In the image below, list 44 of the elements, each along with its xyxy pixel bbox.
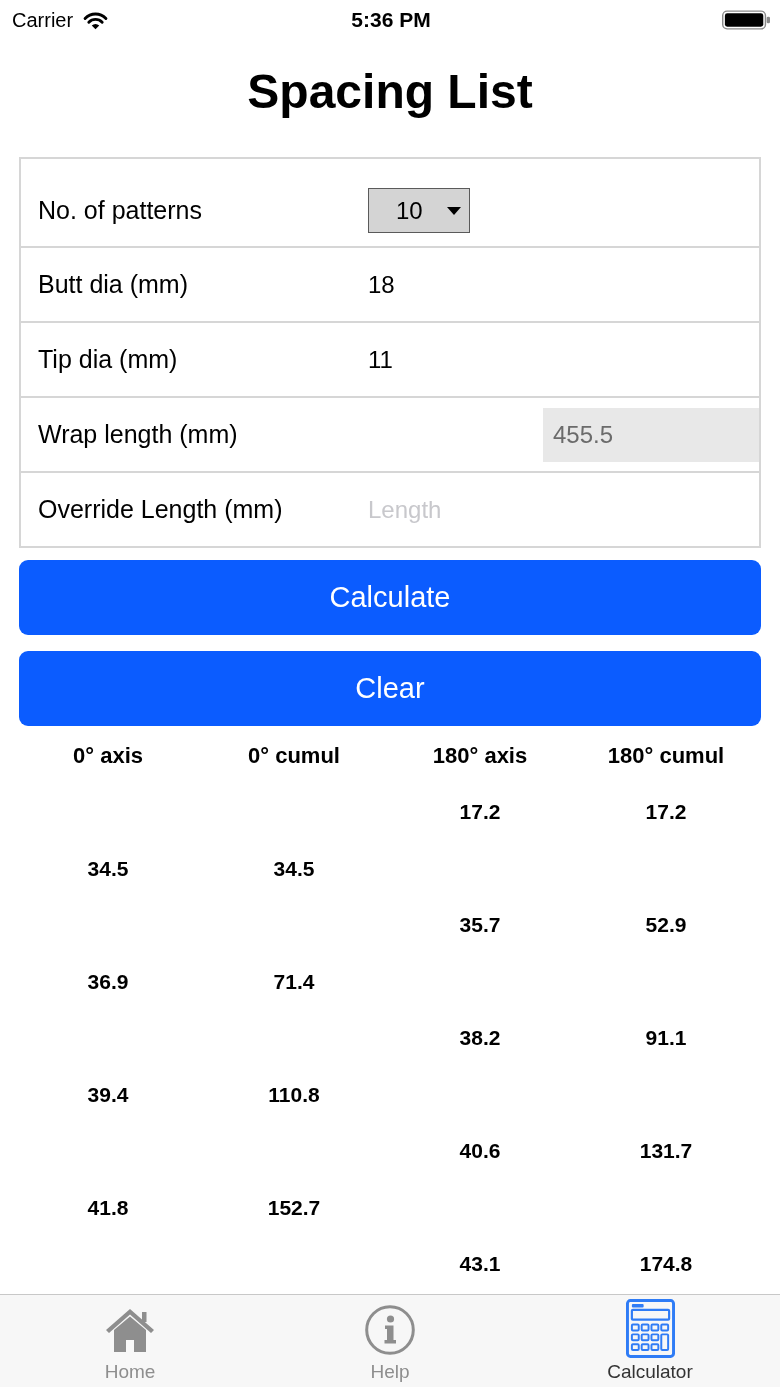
- info-icon: [365, 1305, 415, 1355]
- input-field[interactable]: 18: [368, 262, 759, 307]
- table-cell: 34.5: [273, 856, 315, 881]
- field-label: No. of patterns: [37, 196, 203, 225]
- table-cell: 17.2: [645, 800, 687, 825]
- tab[interactable]: Home: [0, 1295, 260, 1387]
- table-cell: 91.1: [645, 1026, 687, 1051]
- table-cell: 40.6: [459, 1139, 501, 1164]
- table-cell: 152.7: [267, 1195, 321, 1220]
- field-label: Tip dia (mm): [37, 345, 179, 374]
- column-header: 180° axis: [432, 743, 528, 769]
- table-cell: 71.4: [273, 969, 315, 994]
- page-title: Spacing List: [247, 64, 533, 120]
- input-field[interactable]: 11: [368, 337, 759, 382]
- dropdown[interactable]: 10: [368, 188, 470, 233]
- caret-icon: [447, 206, 461, 215]
- action-button[interactable]: Calculate: [19, 560, 761, 635]
- status-time: 5:36 PM: [351, 8, 431, 32]
- home-icon: [105, 1308, 155, 1352]
- table-cell: 174.8: [639, 1252, 693, 1277]
- table-cell: 38.2: [459, 1026, 501, 1051]
- column-header: 0° cumul: [248, 743, 340, 769]
- field-label: Override Length (mm): [37, 495, 284, 524]
- wifi-icon: [83, 10, 109, 30]
- field-label: Wrap length (mm): [37, 420, 239, 449]
- tab[interactable]: Help: [260, 1295, 520, 1387]
- table-cell: 36.9: [87, 969, 129, 994]
- column-header: 180° cumul: [607, 743, 725, 769]
- table-cell: 41.8: [87, 1195, 129, 1220]
- table-cell: 35.7: [459, 913, 501, 938]
- table-cell: 43.1: [459, 1252, 501, 1277]
- table-cell: 34.5: [87, 856, 129, 881]
- battery-icon: [722, 10, 770, 30]
- calculator-icon: [625, 1299, 675, 1358]
- table-cell: 52.9: [645, 913, 687, 938]
- column-header: 0° axis: [73, 743, 143, 769]
- tab[interactable]: Calculator: [520, 1295, 780, 1387]
- table-cell: 17.2: [459, 800, 501, 825]
- field-label: Butt dia (mm): [37, 270, 190, 299]
- action-button[interactable]: Clear: [19, 651, 761, 726]
- table-cell: 39.4: [87, 1082, 129, 1107]
- table-cell: 131.7: [639, 1139, 693, 1164]
- table-cell: 110.8: [268, 1082, 320, 1107]
- carrier-label: Carrier: [12, 8, 74, 32]
